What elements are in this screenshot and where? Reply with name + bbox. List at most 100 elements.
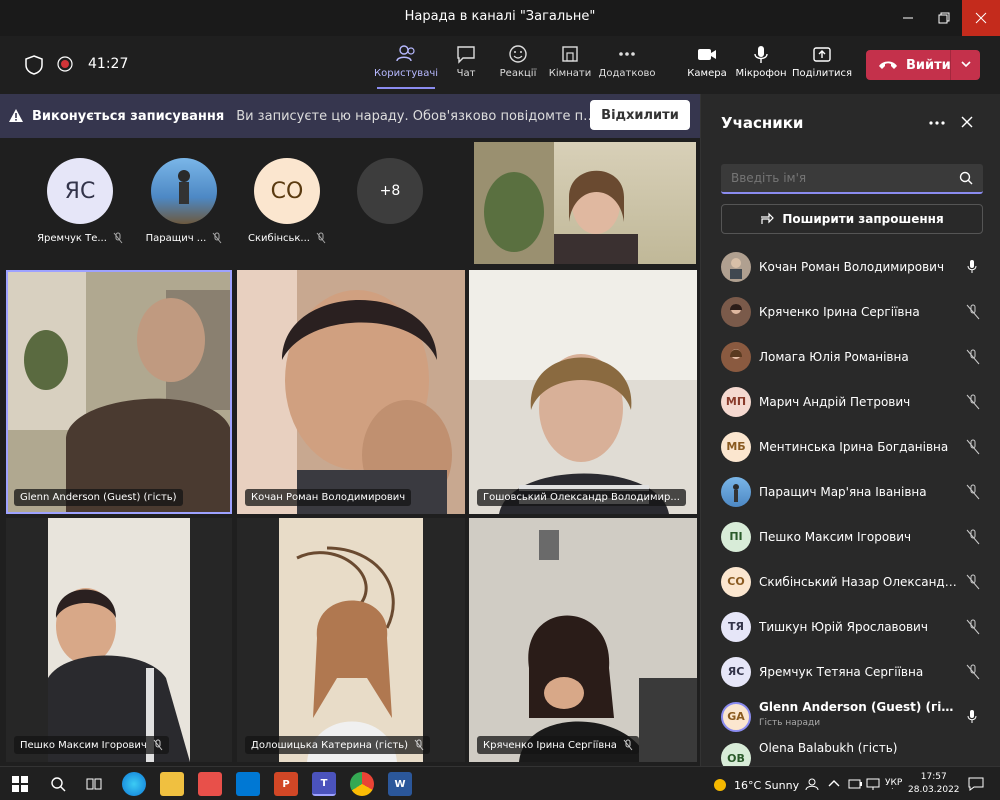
window-title: Нарада в каналі "Загальне" [404,9,596,24]
windows-taskbar: P T W 16°C Sunny 17:57 28.03.2022 УКР [0,766,1000,800]
more-options-icon[interactable] [929,121,945,125]
maximize-button[interactable] [926,0,962,36]
toolbar-rooms-button[interactable]: Кімнати [549,44,591,79]
avatar: МБ [721,431,751,462]
chat-icon [457,46,475,64]
video-tile[interactable]: Долошицька Катерина (гість) [237,518,465,762]
video-tile[interactable]: Кряченко Ірина Сергіївна [469,518,697,762]
participant-row[interactable]: OB Olena Balabukh (гість) [701,739,1000,766]
video-tile-active-speaker[interactable]: Glenn Anderson (Guest) (гість) [6,270,232,514]
avatar-photo [721,251,751,282]
avatar: ЯС [47,158,113,224]
mic-off-icon [623,739,633,751]
participant-row[interactable]: ПІ Пешко Максим Ігорович [701,514,1000,559]
toolbar-microphone-button[interactable]: Мікрофон [735,44,787,79]
panel-title: Учасники [721,114,804,132]
notifications-icon[interactable] [968,777,984,791]
leave-button[interactable]: Вийти [866,50,980,80]
participant-name-tag: Гошовський Олександр Володимир... [477,489,686,506]
participant-name-tag: Кряченко Ірина Сергіївна [477,736,639,754]
participant-search[interactable] [721,164,983,194]
participant-row[interactable]: Кочан Роман Володимирович [701,244,1000,289]
microphone-icon [754,46,768,63]
avatar-photo [721,476,751,507]
participant-row[interactable]: Кряченко Ірина Сергіївна [701,289,1000,334]
more-icon [619,52,635,56]
powerpoint-icon[interactable]: P [274,772,298,796]
video-feed [474,142,638,264]
rooms-icon [562,46,578,62]
avatar: OB [721,743,751,766]
network-icon[interactable] [866,777,880,791]
toolbar-reactions-button[interactable]: Реакції [500,44,536,79]
close-panel-icon[interactable] [961,116,973,128]
store-icon[interactable] [198,772,222,796]
meeting-stage: ЯС Яремчук Те... Паращич ... СО Скибінсь… [0,140,700,766]
windows-start-icon[interactable] [12,776,28,792]
participant-row[interactable]: GA Glenn Anderson (Guest) (гість) Гість … [701,694,1000,739]
word-icon[interactable]: W [388,772,412,796]
more-participants-button[interactable]: +8 [340,158,440,224]
battery-icon[interactable] [848,777,862,791]
video-feed [469,270,697,514]
chevron-down-icon[interactable] [960,58,972,70]
avatar-row: ЯС Яремчук Те... Паращич ... СО Скибінсь… [0,140,470,265]
avatar: ЯС [721,656,751,687]
participant-avatar[interactable]: ЯС Яремчук Те... [30,158,130,244]
sun-icon [714,779,726,791]
warning-icon [9,109,23,122]
file-explorer-icon[interactable] [160,772,184,796]
participant-row[interactable]: Паращич Мар'яна Іванівна [701,469,1000,514]
toolbar-more-button[interactable]: Додатково [599,44,655,79]
toolbar-share-button[interactable]: Поділитися [792,44,852,79]
edge-icon[interactable] [122,772,146,796]
participant-row[interactable]: СО Скибінський Назар Олександр... [701,559,1000,604]
search-icon[interactable] [50,776,66,792]
reactions-icon [509,45,527,63]
weather-widget[interactable]: 16°C Sunny [712,777,799,793]
close-window-button[interactable] [962,0,1000,36]
toolbar-people-button[interactable]: Користувачі [374,44,438,89]
video-feed [6,518,232,762]
video-tile[interactable]: Пешко Максим Ігорович [6,518,232,762]
mic-off-icon [966,664,980,679]
avatar: ПІ [721,521,751,552]
mic-off-icon [966,529,980,544]
people-icon[interactable] [805,777,819,791]
mic-off-icon [966,574,980,589]
toolbar-chat-button[interactable]: Чат [451,44,481,79]
mic-off-icon [966,484,980,499]
task-view-icon[interactable] [86,776,102,792]
share-invite-button[interactable]: Поширити запрошення [721,204,983,234]
participant-row[interactable]: ЯС Яремчук Тетяна Сергіївна [701,649,1000,694]
mic-on-icon [967,259,977,273]
participant-avatar[interactable]: СО Скибінськ... [237,158,337,244]
participant-row[interactable]: Ломага Юлія Романівна [701,334,1000,379]
minimize-button[interactable] [890,0,926,36]
video-tile[interactable]: Гошовський Олександр Володимир... [469,270,697,514]
hang-up-icon [879,61,897,69]
participant-row[interactable]: МБ Ментинська Ірина Богданівна [701,424,1000,469]
chrome-icon[interactable] [350,772,374,796]
person-silhouette-icon [178,170,190,204]
recording-banner: Виконується записування Ви записуєте цю … [0,94,700,138]
toolbar-camera-button[interactable]: Камера [687,44,727,79]
lang-label[interactable]: УКР [884,778,904,788]
participant-avatar[interactable]: Паращич ... [134,158,234,244]
video-feed [469,518,697,762]
dismiss-button[interactable]: Відхилити [590,100,690,130]
system-clock[interactable]: 17:57 28.03.2022 [908,771,960,797]
title-bar: Нарада в каналі "Загальне" [0,0,1000,36]
avatar-photo [721,341,751,372]
people-icon [396,45,415,62]
chevron-up-icon[interactable] [828,778,840,788]
participant-row[interactable]: ТЯ Тишкун Юрій Ярославович [701,604,1000,649]
teams-icon[interactable]: T [312,772,336,796]
video-tile[interactable]: Кочан Роман Володимирович [237,270,465,514]
mail-icon[interactable] [236,772,260,796]
participant-row[interactable]: МП Марич Андрій Петрович [701,379,1000,424]
banner-title: Виконується записування [32,108,225,124]
video-tile[interactable] [474,142,696,264]
search-input[interactable] [721,164,941,192]
avatar: СО [721,566,751,597]
